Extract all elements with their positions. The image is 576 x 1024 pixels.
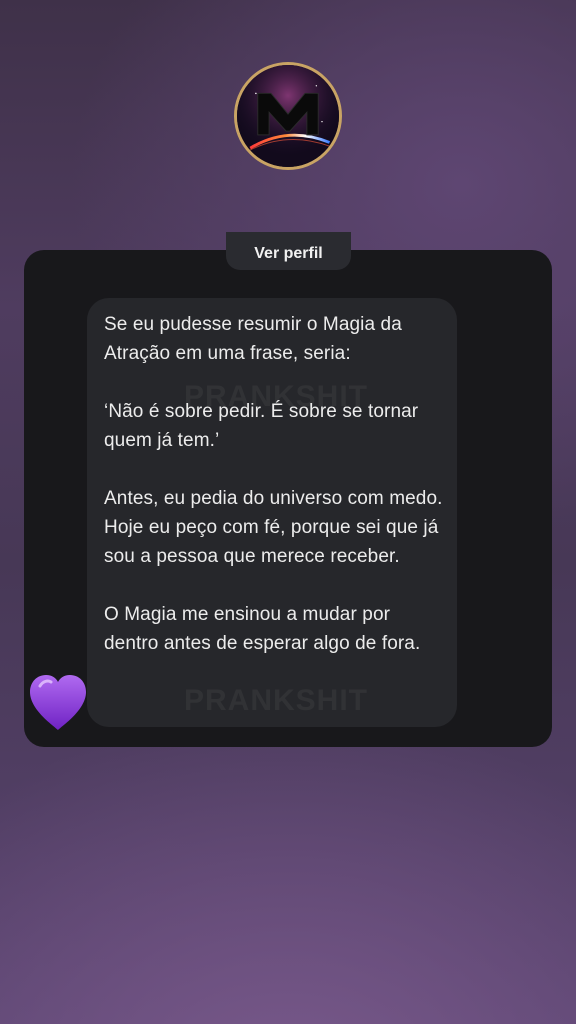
message-text: Se eu pudesse resumir o Magia da Atração… <box>104 314 443 654</box>
magia-logo-avatar-icon <box>237 65 339 167</box>
purple-heart-icon[interactable] <box>26 672 90 734</box>
view-profile-button[interactable]: Ver perfil <box>226 232 351 270</box>
message-bubble[interactable]: PRANKSHIT PRANKSHIT Se eu pudesse resumi… <box>87 298 457 727</box>
profile-avatar[interactable] <box>234 62 342 170</box>
watermark-bottom: PRANKSHIT <box>184 684 369 717</box>
view-profile-label: Ver perfil <box>254 245 323 262</box>
